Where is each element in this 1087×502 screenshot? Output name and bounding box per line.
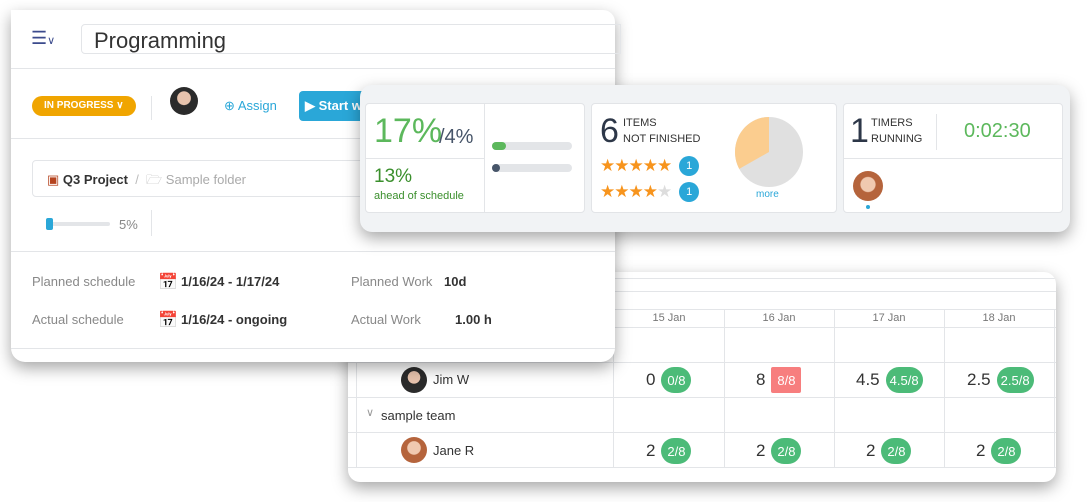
date-header: 15 Jan (652, 312, 686, 324)
play-icon: ▶ (305, 98, 315, 113)
person-name: Jane R (433, 443, 475, 458)
four-star-icon: ★★★★★ (600, 182, 672, 201)
progress-panel: 17% /4% 13% ahead of schedule (365, 103, 585, 213)
ahead-value: 13% (374, 166, 413, 187)
actual-progress-bar (492, 142, 572, 150)
workload-cell[interactable]: 0 0/8 (646, 367, 692, 393)
actual-schedule-label: Actual schedule (32, 312, 124, 327)
timers-panel: 1 TIMERS RUNNING 0:02:30 (843, 103, 1063, 213)
workload-cell[interactable]: 8 8/8 (756, 367, 802, 393)
team-name: sample team (381, 408, 456, 423)
assignee-avatar[interactable] (170, 87, 198, 115)
checklist-icon[interactable]: ☰∨ (31, 28, 55, 49)
project-icon: ▣ (47, 172, 60, 187)
progress-slider[interactable] (46, 218, 110, 230)
workload-cell[interactable]: 2 2/8 (866, 438, 912, 464)
count-badge: 1 (679, 156, 700, 176)
calendar-icon: 📅 (158, 274, 178, 291)
assign-button[interactable]: ⊕ Assign (224, 98, 277, 114)
five-star-icon: ★★★★★ (600, 156, 672, 175)
workload-cell[interactable]: 2.5 2.5/8 (967, 367, 1034, 393)
items-label-1: ITEMS (623, 117, 657, 129)
rating-row-4[interactable]: ★★★★★ 1 (600, 182, 700, 202)
date-header: 17 Jan (872, 312, 906, 324)
progress-planned: /4% (439, 126, 474, 148)
date-header: 16 Jan (762, 312, 796, 324)
calendar-icon: 📅 (158, 312, 178, 329)
workload-cell[interactable]: 2 2/8 (976, 438, 1022, 464)
status-dropdown[interactable]: IN PROGRESS ∨ (32, 96, 136, 116)
rating-row-5[interactable]: ★★★★★ 1 (600, 156, 700, 176)
avatar (401, 367, 427, 393)
date-header: 18 Jan (982, 312, 1016, 324)
more-link[interactable]: more (756, 189, 779, 200)
progress-main: 17% (374, 112, 443, 150)
chevron-down-icon[interactable]: ∨ (366, 406, 374, 419)
planned-work-label: Planned Work (351, 274, 433, 289)
workload-cell[interactable]: 4.5 4.5/8 (856, 367, 923, 393)
person-name: Jim W (433, 372, 470, 387)
ahead-label: ahead of schedule (374, 190, 464, 202)
items-panel: 6 ITEMS NOT FINISHED ★★★★★ 1 ★★★★★ 1 more (591, 103, 837, 213)
workload-cell[interactable]: 2 2/8 (756, 438, 802, 464)
avatar (401, 437, 427, 463)
active-dot (866, 205, 870, 209)
actual-work-label: Actual Work (351, 312, 421, 327)
timers-count: 1 (850, 112, 869, 150)
items-label-2: NOT FINISHED (623, 133, 701, 145)
actual-work: 1.00 h (455, 312, 492, 327)
actual-schedule[interactable]: 1/16/24 - ongoing (181, 312, 287, 327)
timers-label-1: TIMERS (871, 117, 913, 129)
items-count: 6 (600, 112, 619, 150)
breadcrumb-project[interactable]: Q3 Project (63, 172, 128, 187)
slider-handle[interactable] (46, 218, 53, 230)
progress-percent: 5% (119, 217, 138, 232)
count-badge: 1 (679, 182, 700, 202)
task-title-input[interactable]: Programming (81, 24, 621, 54)
plus-circle-icon: ⊕ (224, 98, 235, 113)
breadcrumb-folder[interactable]: Sample folder (166, 172, 246, 187)
stats-card: 17% /4% 13% ahead of schedule 6 ITEMS NO… (360, 85, 1070, 232)
folder-icon: 🗁 (146, 172, 163, 187)
workload-cell[interactable]: 2 2/8 (646, 438, 692, 464)
timer-user-avatar[interactable] (853, 171, 883, 201)
chevron-down-icon: ∨ (116, 100, 124, 111)
items-pie-chart (735, 117, 803, 187)
timers-label-2: RUNNING (871, 133, 923, 145)
planned-schedule[interactable]: 1/16/24 - 1/17/24 (181, 274, 279, 289)
timer-value: 0:02:30 (964, 120, 1031, 142)
breadcrumb: ▣ Q3 Project / 🗁 Sample folder (32, 160, 392, 197)
planned-progress-bar (492, 164, 572, 172)
planned-schedule-label: Planned schedule (32, 274, 136, 289)
planned-work[interactable]: 10d (444, 274, 466, 289)
